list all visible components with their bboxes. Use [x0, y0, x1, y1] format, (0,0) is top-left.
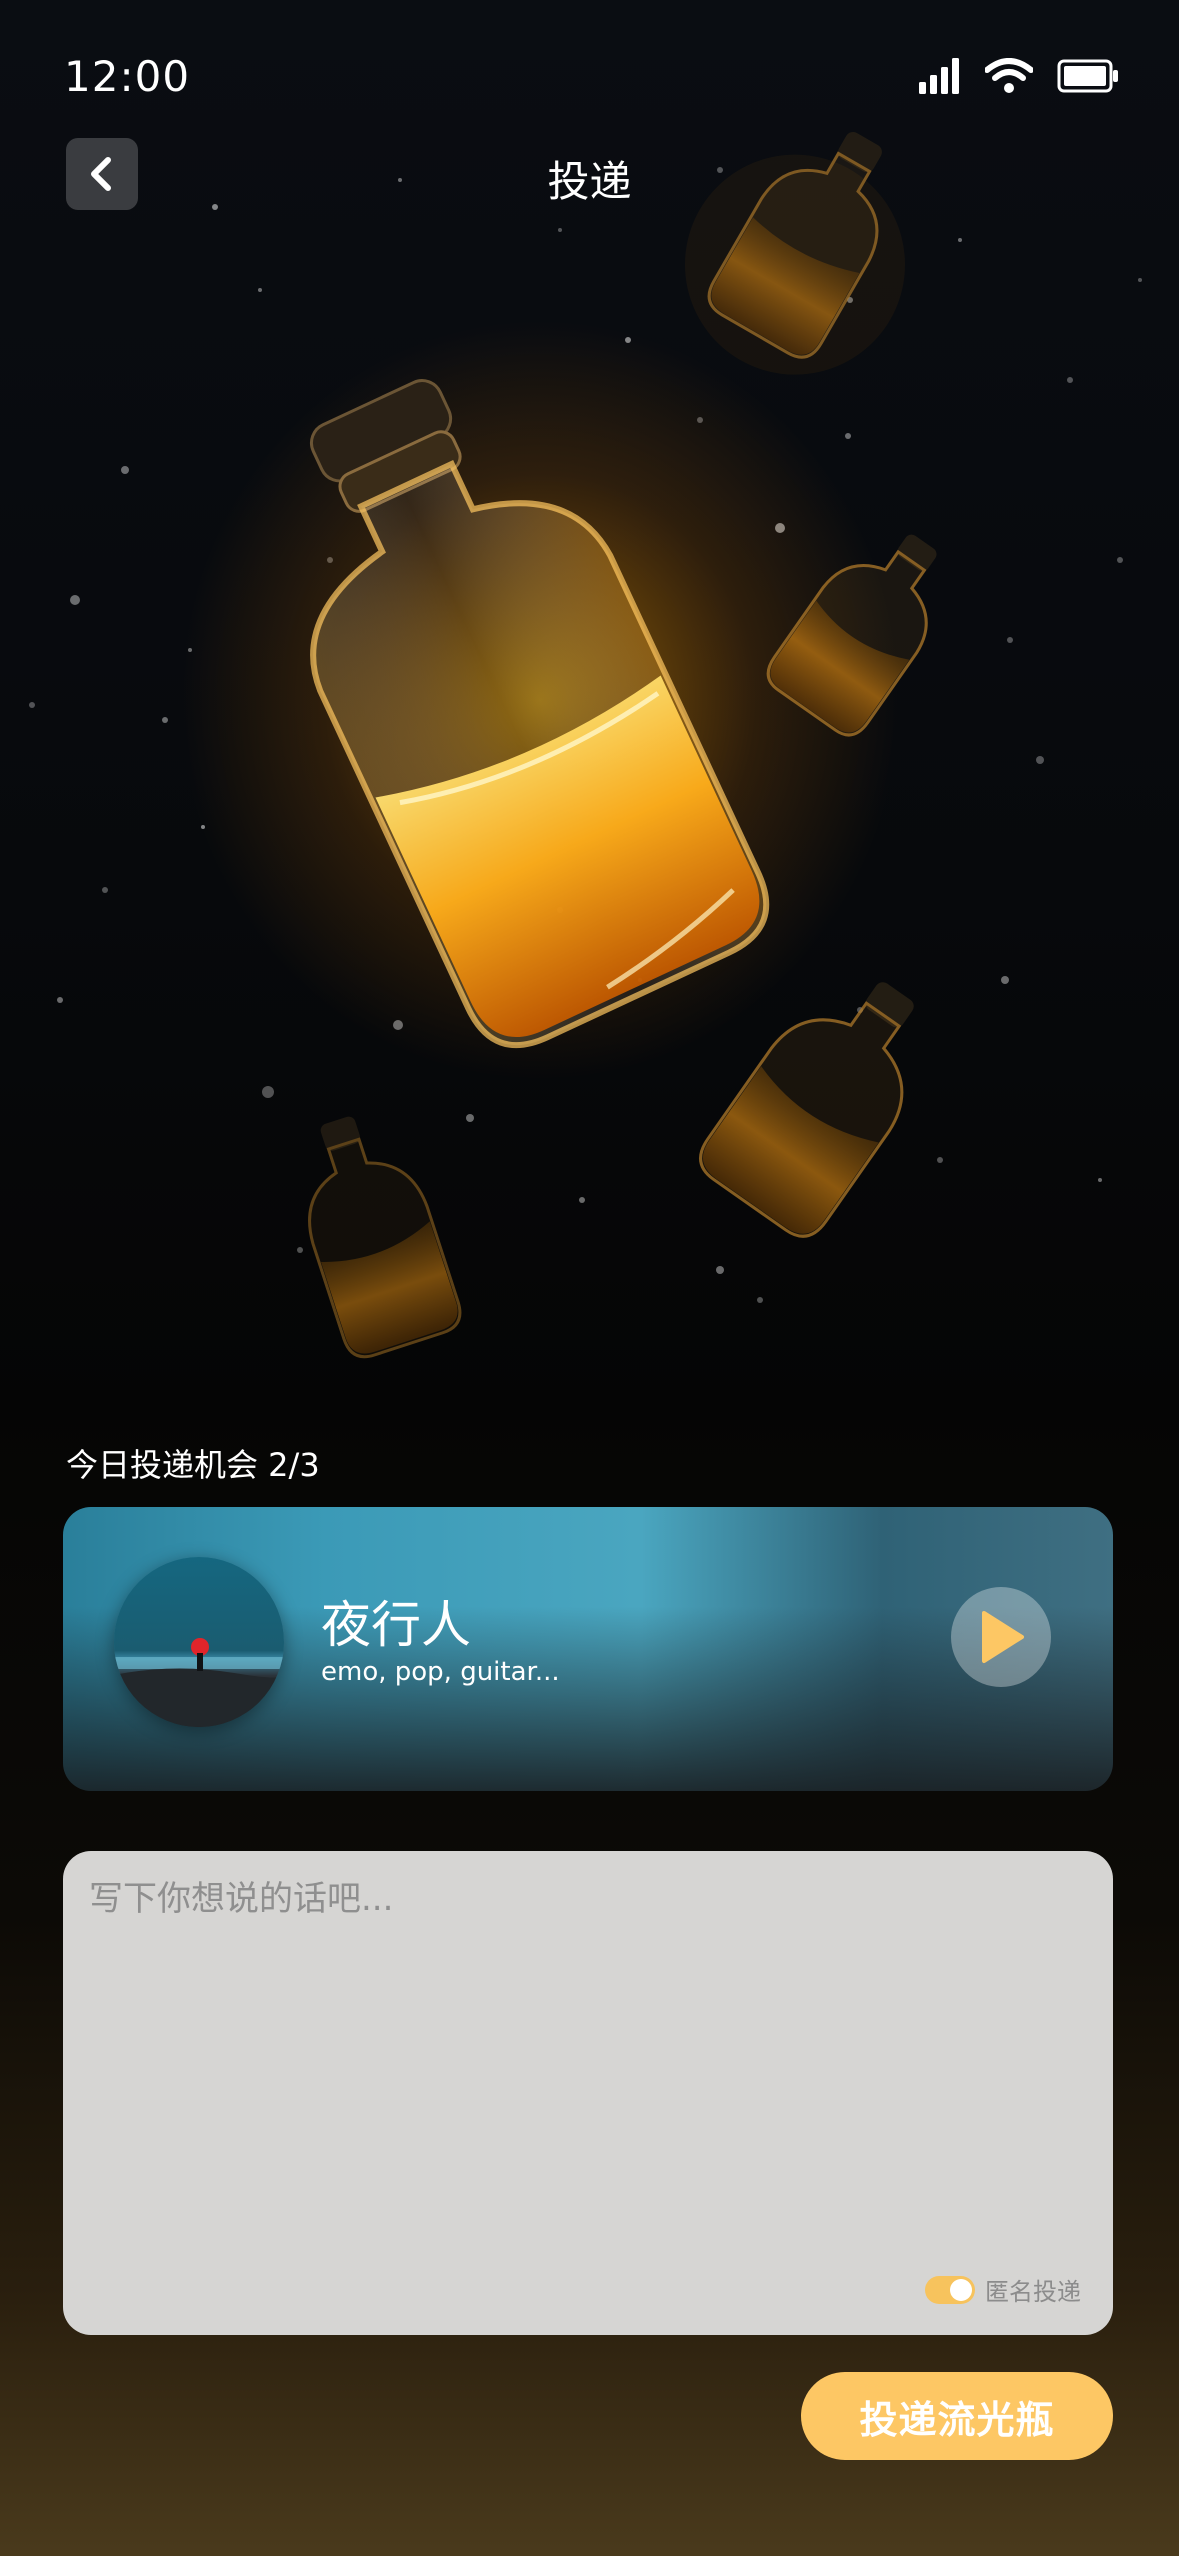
play-icon — [982, 1611, 1024, 1663]
song-tags: emo, pop, guitar... — [321, 1657, 560, 1687]
message-input[interactable] — [89, 1871, 1087, 2231]
wifi-icon — [985, 58, 1033, 93]
bottles-illustration — [180, 131, 937, 1359]
submit-bottle-button[interactable]: 投递流光瓶 — [801, 2372, 1113, 2460]
anonymous-toggle-row[interactable]: 匿名投递 — [925, 2272, 1081, 2307]
song-title: 夜行人 — [321, 1596, 471, 1654]
delivery-chances: 今日投递机会 2/3 — [66, 1446, 320, 1484]
battery-icon — [1057, 59, 1118, 93]
album-cover — [114, 1557, 284, 1727]
anonymous-toggle[interactable] — [925, 2275, 975, 2304]
toggle-knob — [950, 2278, 972, 2301]
message-box: 匿名投递 — [63, 1851, 1113, 2335]
status-icons — [919, 58, 1119, 94]
status-bar: 12:00 — [0, 0, 1179, 160]
anonymous-label: 匿名投递 — [985, 2278, 1081, 2306]
signal-icon — [919, 58, 959, 94]
page-title: 投递 — [547, 157, 632, 206]
album-cover-art — [114, 1638, 284, 1727]
status-time: 12:00 — [64, 52, 191, 101]
song-card[interactable]: 夜行人 emo, pop, guitar... — [63, 1507, 1113, 1791]
play-button[interactable] — [951, 1587, 1051, 1687]
